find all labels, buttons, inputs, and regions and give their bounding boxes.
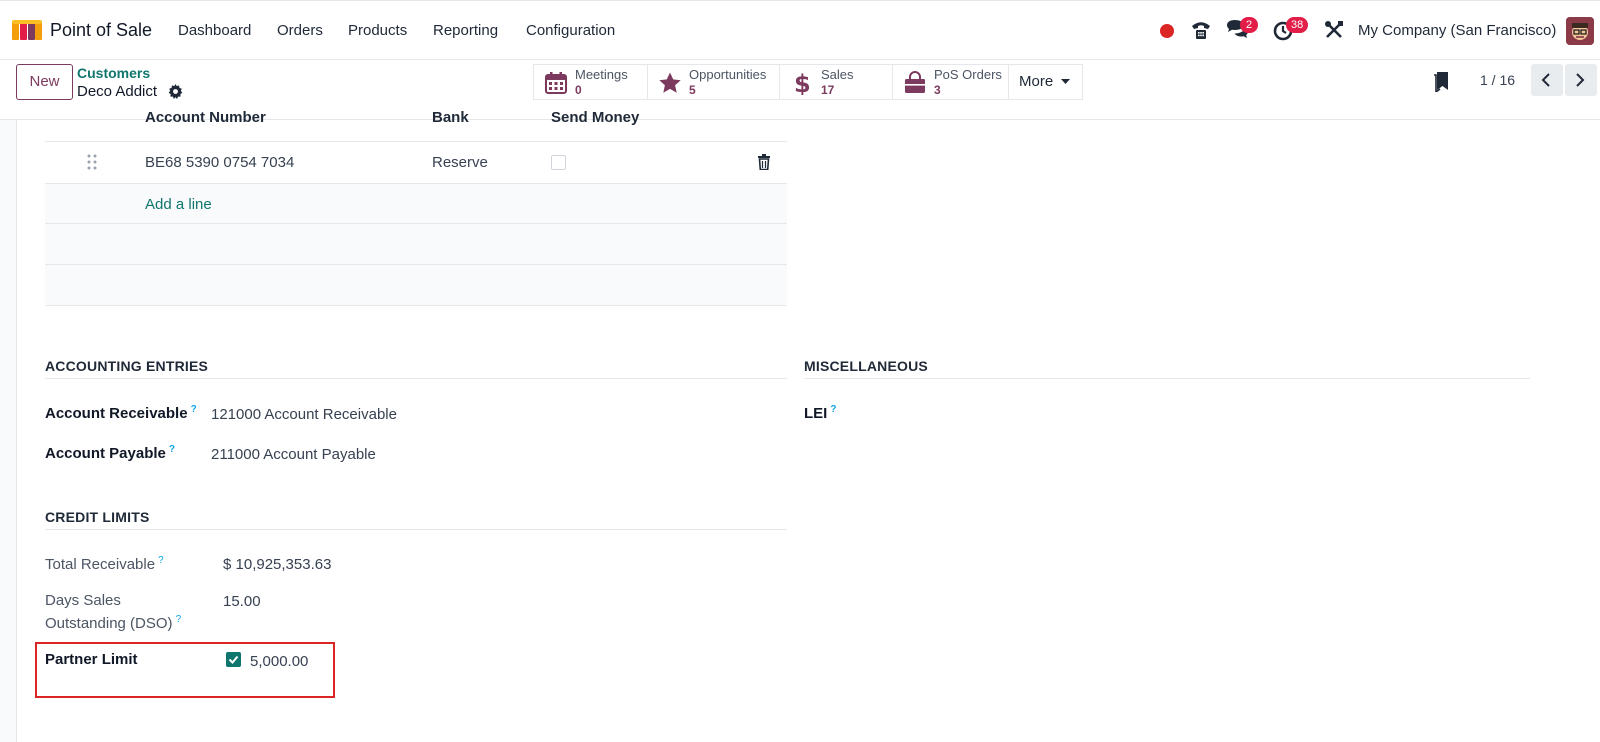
pager-next-button[interactable] (1565, 64, 1597, 96)
total-receivable-label: Total Receivable? (45, 555, 164, 573)
section-divider (45, 378, 787, 379)
trash-icon[interactable] (757, 154, 771, 170)
chevron-right-icon (1576, 73, 1585, 87)
section-divider (804, 378, 1530, 379)
user-avatar[interactable] (1566, 17, 1594, 45)
add-a-line-link[interactable]: Add a line (145, 196, 212, 213)
account-payable-field[interactable]: 211000 Account Payable (211, 446, 376, 463)
activities-badge: 38 (1286, 17, 1309, 33)
company-switcher[interactable]: My Company (San Francisco) (1358, 22, 1556, 39)
breadcrumb-customers-link[interactable]: Customers (77, 65, 150, 81)
checkmark-icon (228, 655, 239, 664)
opportunities-count: 5 (689, 83, 696, 97)
app-name[interactable]: Point of Sale (50, 20, 152, 41)
meetings-count: 0 (575, 83, 582, 97)
pos-orders-label: PoS Orders (934, 67, 1002, 82)
recording-indicator-icon[interactable] (1160, 24, 1174, 38)
form-sheet: Account Number Bank Send Money BE68 5390… (16, 109, 1600, 742)
menu-reporting[interactable]: Reporting (433, 22, 498, 39)
section-title-accounting: ACCOUNTING ENTRIES (45, 358, 209, 374)
menu-products[interactable]: Products (348, 22, 407, 39)
bank-cell[interactable]: Reserve (432, 154, 488, 171)
dso-label-line-1: Days Sales (45, 592, 121, 609)
smart-button-pos-orders[interactable]: PoS Orders 3 (892, 64, 1009, 100)
tools-icon[interactable] (1321, 17, 1347, 43)
column-send-money[interactable]: Send Money (551, 109, 639, 126)
help-tooltip-icon[interactable]: ? (191, 404, 197, 415)
pos-app-logo-icon[interactable] (12, 18, 42, 42)
meetings-label: Meetings (575, 67, 628, 82)
help-tooltip-icon[interactable]: ? (158, 555, 164, 566)
partner-limit-label: Partner Limit (45, 651, 138, 668)
help-tooltip-icon[interactable]: ? (169, 444, 175, 455)
svg-text:$: $ (794, 71, 811, 95)
partner-limit-checkbox[interactable] (226, 652, 241, 667)
account-number-cell[interactable]: BE68 5390 0754 7034 (145, 154, 294, 171)
section-title-miscellaneous: MISCELLANEOUS (804, 358, 928, 374)
column-account-number[interactable]: Account Number (145, 109, 266, 126)
account-payable-label: Account Payable? (45, 444, 175, 462)
more-label: More (1019, 73, 1054, 90)
star-icon (659, 72, 681, 93)
bank-table-header: Account Number Bank Send Money (45, 109, 787, 142)
breadcrumb-current-record: Deco Addict (77, 83, 158, 100)
opportunities-label: Opportunities (689, 67, 767, 82)
sales-label: Sales (821, 67, 854, 82)
add-line-row: Add a line (45, 184, 787, 224)
account-receivable-label: Account Receivable? (45, 404, 197, 422)
dollar-icon: $ (794, 71, 811, 95)
smart-button-opportunities[interactable]: Opportunities 5 (647, 64, 780, 100)
empty-row (45, 224, 787, 265)
phone-icon[interactable] (1188, 17, 1214, 43)
total-receivable-value: $ 10,925,353.63 (223, 556, 332, 573)
messages-badge: 2 (1240, 17, 1258, 33)
bookmark-icon[interactable] (1434, 72, 1450, 92)
drag-handle-icon[interactable] (87, 154, 97, 170)
sales-count: 17 (821, 83, 835, 97)
smart-button-meetings[interactable]: Meetings 0 (533, 64, 648, 100)
send-money-checkbox[interactable] (551, 155, 566, 170)
account-receivable-field[interactable]: 121000 Account Receivable (211, 406, 397, 423)
calendar-icon (545, 72, 567, 94)
partner-limit-input[interactable]: 5,000.00 (250, 653, 308, 670)
pager-value[interactable]: 1 / 16 (1480, 72, 1515, 88)
pager-previous-button[interactable] (1531, 64, 1563, 96)
section-title-credit-limits: CREDIT LIMITS (45, 509, 150, 525)
lei-label: LEI? (804, 404, 837, 422)
help-tooltip-icon[interactable]: ? (176, 614, 182, 625)
smart-button-sales[interactable]: $ Sales 17 (779, 64, 893, 100)
gear-icon[interactable] (168, 84, 183, 99)
dso-label-line-2: Outstanding (DSO)? (45, 614, 182, 632)
pos-orders-count: 3 (934, 83, 941, 97)
top-navbar: Point of Sale Dashboard Orders Products … (0, 0, 1600, 60)
section-divider (45, 529, 787, 530)
menu-dashboard[interactable]: Dashboard (178, 22, 251, 39)
menu-orders[interactable]: Orders (277, 22, 323, 39)
caret-down-icon (1061, 79, 1071, 85)
menu-configuration[interactable]: Configuration (526, 22, 615, 39)
table-row[interactable]: BE68 5390 0754 7034 Reserve (45, 142, 787, 184)
help-tooltip-icon[interactable]: ? (830, 404, 836, 415)
new-button[interactable]: New (16, 64, 73, 100)
shopping-bag-icon (905, 71, 925, 93)
more-dropdown-button[interactable]: More (1008, 64, 1083, 100)
dso-value: 15.00 (223, 593, 261, 610)
column-bank[interactable]: Bank (432, 109, 469, 126)
empty-row (45, 265, 787, 306)
chevron-left-icon (1541, 73, 1550, 87)
